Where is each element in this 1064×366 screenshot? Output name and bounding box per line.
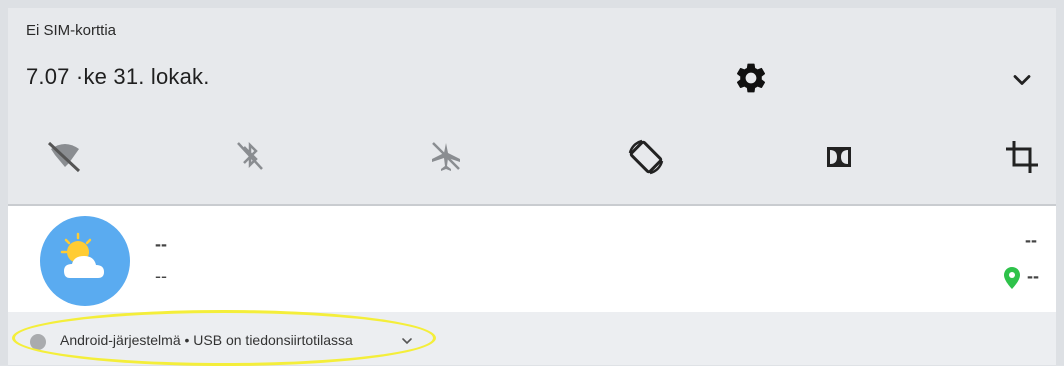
highlight-ellipse <box>12 310 436 366</box>
carrier-status: Ei SIM-korttia <box>26 22 117 39</box>
dolby-icon[interactable] <box>809 127 869 187</box>
weather-widget[interactable] <box>8 206 1056 312</box>
weather-location: -- <box>155 266 167 286</box>
crop-icon[interactable] <box>992 127 1052 187</box>
chevron-down-icon[interactable] <box>1008 66 1036 94</box>
weather-condition: -- <box>155 234 167 254</box>
gear-icon[interactable] <box>733 60 769 96</box>
weather-partly-cloudy-icon <box>40 216 130 306</box>
weather-place: -- <box>1027 266 1039 286</box>
bluetooth-off-icon[interactable] <box>220 127 280 187</box>
weather-temperature: -- <box>1025 230 1037 250</box>
location-pin-icon <box>1002 266 1022 290</box>
auto-rotate-icon[interactable] <box>616 127 676 187</box>
airplane-mode-off-icon[interactable] <box>416 127 476 187</box>
quick-settings-row <box>8 127 1056 187</box>
notification-shade: Ei SIM-korttia 7.07 ·ke 31. lokak. -- --… <box>0 0 1064 366</box>
clock-date[interactable]: 7.07 ·ke 31. lokak. <box>26 64 210 90</box>
wifi-off-icon[interactable] <box>35 127 95 187</box>
